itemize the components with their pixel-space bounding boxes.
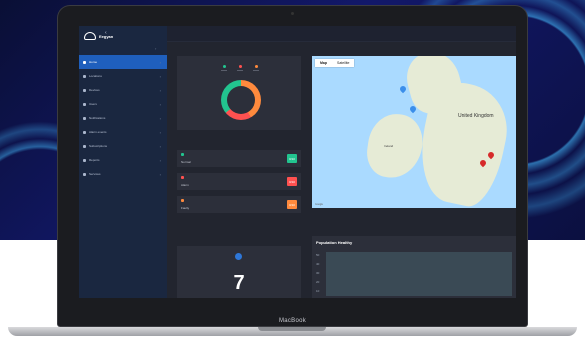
chevron-right-icon: › [159, 115, 161, 121]
status-badge: 0/10 [287, 200, 297, 209]
legend-item[interactable] [221, 65, 227, 71]
donut-legend [221, 65, 259, 71]
legend-item[interactable] [237, 65, 243, 71]
legend-dot-icon [222, 65, 226, 68]
laptop-notch [258, 327, 326, 331]
sidebar-item-subscriptions[interactable]: Subscriptions › [79, 139, 167, 153]
sidebar-item-label: Locations [89, 74, 102, 78]
legend-dot-icon [238, 65, 242, 68]
y-tick: 20 [316, 280, 320, 284]
status-donut-card [177, 56, 301, 130]
sidebar-item-alarm-events[interactable]: Alarm events › [79, 125, 167, 139]
sidebar-item-label: Services [89, 172, 101, 176]
sidebar-item-label: Users [89, 102, 97, 106]
device-icon [235, 253, 242, 260]
status-label: Alarm [181, 183, 189, 187]
location-icon [83, 74, 86, 78]
alarm-icon [181, 176, 184, 179]
status-label: Faulty [181, 206, 190, 210]
map-type-tabs: Map Satellite [315, 59, 355, 67]
legend-item[interactable] [253, 65, 259, 71]
locations-map[interactable]: Map Satellite United Kingdom Ireland Goo… [312, 56, 516, 208]
status-card-faulty[interactable]: Faulty 0/10 [177, 196, 301, 213]
sidebar-item-label: Home [89, 60, 98, 64]
chevron-right-icon: › [159, 171, 161, 177]
app-logo[interactable]: Eegyan [84, 32, 113, 40]
device-brand: MacBook [278, 317, 307, 324]
status-label: Normal [181, 160, 191, 164]
chevron-right-icon: › [159, 87, 161, 93]
logo-icon [84, 32, 96, 40]
sidebar-item-devices[interactable]: Devices › [79, 83, 167, 97]
map-label-country: United Kingdom [458, 113, 494, 119]
map-marker-icon[interactable] [398, 84, 408, 94]
report-icon [83, 158, 86, 162]
donut-chart[interactable] [221, 80, 261, 120]
sidebar-item-users[interactable]: Users › [79, 97, 167, 111]
status-card-normal[interactable]: Normal 0/10 [177, 150, 301, 167]
chart-title: Population Healthy [316, 240, 353, 245]
sidebar-item-reports[interactable]: Reports › [79, 153, 167, 167]
legend-dot-icon [254, 65, 258, 68]
sidebar-item-home[interactable]: Home › [79, 55, 167, 69]
legend-bar [237, 70, 243, 71]
chevron-right-icon: › [159, 73, 161, 79]
legend-bar [253, 70, 259, 71]
map-attribution: Google [315, 203, 324, 206]
users-icon [83, 102, 86, 106]
population-chart-card: Population Healthy 50 40 30 20 10 [312, 236, 516, 298]
device-count: 7 [233, 272, 245, 294]
y-tick: 10 [316, 289, 320, 293]
status-badge: 0/10 [287, 154, 297, 163]
status-card-alarm[interactable]: Alarm 0/10 [177, 173, 301, 190]
chart-plot-area[interactable] [326, 252, 512, 296]
status-badge: 0/10 [287, 177, 297, 186]
map-label-ireland: Ireland [384, 144, 394, 148]
collapse-sidebar-icon[interactable]: ‹ [105, 30, 107, 36]
top-bar [167, 26, 516, 42]
y-tick: 30 [316, 271, 320, 275]
device-count-card: 7 [177, 246, 301, 298]
faulty-icon [181, 199, 184, 202]
dashboard-main: Normal 0/10 Alarm 0/10 Faulty 0/10 7 Map… [167, 42, 516, 298]
share-icon [83, 116, 86, 120]
land-ireland [363, 110, 427, 182]
sidebar-item-notifications[interactable]: Notifications › [79, 111, 167, 125]
sidebar-item-label: Notifications [89, 116, 106, 120]
sidebar-item-label: Reports [89, 158, 100, 162]
sidebar-item-services[interactable]: Services › [79, 167, 167, 181]
home-icon [83, 60, 86, 64]
chevron-right-icon: › [159, 101, 161, 107]
y-tick: 50 [316, 253, 320, 257]
chevron-icon: › [155, 46, 157, 51]
chevron-right-icon: › [159, 157, 161, 163]
settings-icon [83, 144, 86, 148]
chart-icon [83, 88, 86, 92]
y-tick: 40 [316, 262, 320, 266]
tab-satellite[interactable]: Satellite [332, 59, 354, 67]
camera-icon [291, 12, 294, 15]
chevron-right-icon: › [159, 129, 161, 135]
sidebar-item-label: Devices [89, 88, 100, 92]
sidebar-item-label: Alarm events [89, 130, 107, 134]
laptop-bezel-bottom: MacBook [58, 314, 527, 327]
tab-map[interactable]: Map [315, 59, 332, 67]
chevron-right-icon: › [159, 143, 161, 149]
legend-bar [221, 70, 227, 71]
chevron-right-icon: › [159, 59, 161, 65]
normal-icon [181, 153, 184, 156]
sidebar-item-label: Subscriptions [89, 144, 108, 148]
alarm-icon [83, 130, 86, 134]
laptop-screen: Eegyan ‹ › Home › Locations › Devices › … [79, 26, 516, 298]
sidebar-item-locations[interactable]: Locations › [79, 69, 167, 83]
sidebar-nav: Home › Locations › Devices › Users › Not… [79, 55, 167, 181]
trend-icon [83, 172, 86, 176]
sidebar: Eegyan ‹ › Home › Locations › Devices › … [79, 26, 167, 298]
